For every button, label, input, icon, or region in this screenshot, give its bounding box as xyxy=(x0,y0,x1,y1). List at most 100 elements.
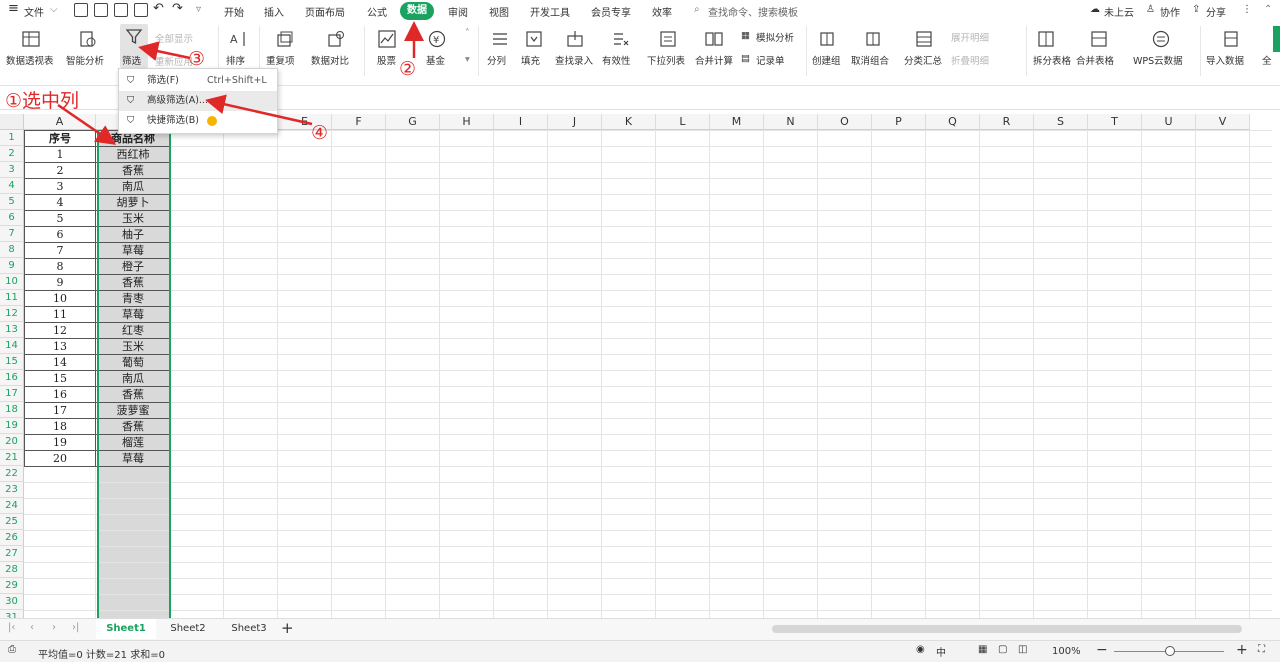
table-cell[interactable]: 3 xyxy=(24,179,96,195)
table-cell[interactable]: 12 xyxy=(24,323,96,339)
table-cell[interactable]: 草莓 xyxy=(96,307,170,323)
row-header[interactable]: 24 xyxy=(0,498,24,514)
table-cell[interactable]: 榴莲 xyxy=(96,435,170,451)
table-cell[interactable]: 菠萝蜜 xyxy=(96,403,170,419)
macro-icon[interactable]: ⎙ xyxy=(8,644,16,655)
row-header[interactable]: 17 xyxy=(0,386,24,402)
column-header[interactable]: J xyxy=(548,114,602,130)
table-cell[interactable]: 18 xyxy=(24,419,96,435)
print-preview-icon[interactable] xyxy=(134,3,148,17)
more-icon[interactable]: ⋮ xyxy=(1242,4,1252,15)
table-cell[interactable]: 20 xyxy=(24,451,96,467)
collapse-ribbon-icon[interactable]: ⌃ xyxy=(1264,4,1272,15)
row-header[interactable]: 1 xyxy=(0,130,24,146)
redo-icon[interactable]: ↷ xyxy=(172,1,183,16)
table-cell[interactable]: 葡萄 xyxy=(96,355,170,371)
table-cell[interactable]: 草莓 xyxy=(96,451,170,467)
column-header[interactable]: O xyxy=(818,114,872,130)
collab-button[interactable]: 协作 xyxy=(1160,4,1180,19)
tab-data[interactable]: 数据 xyxy=(400,2,434,20)
eye-protect-icon[interactable]: ◉ xyxy=(916,644,925,655)
record-button[interactable]: 记录单 xyxy=(756,53,785,67)
chevron-down-icon[interactable]: ⌵ xyxy=(50,4,58,15)
horizontal-scrollbar[interactable] xyxy=(772,625,1242,633)
zoom-level[interactable]: 100% xyxy=(1052,646,1081,657)
last-sheet-icon[interactable]: ›| xyxy=(72,622,79,633)
stock-button[interactable]: 股票 xyxy=(377,53,396,67)
quick-access-dropdown-icon[interactable]: ▿ xyxy=(196,4,201,15)
next-sheet-icon[interactable]: › xyxy=(52,622,56,633)
ungroup-button[interactable]: 取消组合 xyxy=(851,53,889,67)
row-header[interactable]: 6 xyxy=(0,210,24,226)
tab-developer[interactable]: 开发工具 xyxy=(530,4,570,19)
table-cell[interactable]: 香蕉 xyxy=(96,275,170,291)
column-header[interactable]: G xyxy=(386,114,440,130)
fund-button[interactable]: 基金 xyxy=(426,53,445,67)
column-header[interactable]: U xyxy=(1142,114,1196,130)
row-header[interactable]: 4 xyxy=(0,178,24,194)
row-header[interactable]: 12 xyxy=(0,306,24,322)
more-ribbon-button[interactable]: 全 xyxy=(1262,53,1272,67)
menu-item-quick-filter[interactable]: ⛉ 快捷筛选(B) xyxy=(119,111,277,131)
row-header[interactable]: 21 xyxy=(0,450,24,466)
row-header[interactable]: 25 xyxy=(0,514,24,530)
whatif-button[interactable]: 模拟分析 xyxy=(756,30,794,44)
cloud-status[interactable]: 未上云 xyxy=(1104,4,1134,19)
split-column-button[interactable]: 分列 xyxy=(487,53,506,67)
tab-insert[interactable]: 插入 xyxy=(264,4,284,19)
table-cell[interactable]: 19 xyxy=(24,435,96,451)
column-header[interactable]: M xyxy=(710,114,764,130)
tab-member[interactable]: 会员专享 xyxy=(591,4,631,19)
column-header[interactable]: T xyxy=(1088,114,1142,130)
table-cell[interactable]: 8 xyxy=(24,259,96,275)
table-cell[interactable]: 香蕉 xyxy=(96,387,170,403)
show-all-button[interactable]: 全部显示 xyxy=(155,31,193,45)
side-panel-handle[interactable] xyxy=(1273,26,1280,52)
gallery-scroll-up-icon[interactable]: ˄ xyxy=(465,28,470,39)
row-header[interactable]: 29 xyxy=(0,578,24,594)
print-icon[interactable] xyxy=(114,3,128,17)
share-button[interactable]: 分享 xyxy=(1206,4,1226,19)
table-cell[interactable]: 16 xyxy=(24,387,96,403)
table-cell[interactable]: 玉米 xyxy=(96,339,170,355)
consolidate-button[interactable]: 合并计算 xyxy=(695,53,733,67)
save-icon[interactable] xyxy=(74,3,88,17)
tab-page-layout[interactable]: 页面布局 xyxy=(305,4,345,19)
table-cell[interactable]: 14 xyxy=(24,355,96,371)
table-cell[interactable]: 17 xyxy=(24,403,96,419)
table-cell[interactable]: 6 xyxy=(24,227,96,243)
row-header[interactable]: 14 xyxy=(0,338,24,354)
tab-efficiency[interactable]: 效率 xyxy=(652,4,672,19)
row-header[interactable]: 28 xyxy=(0,562,24,578)
menu-item-advanced-filter[interactable]: ⛉ 高级筛选(A)... xyxy=(119,91,277,111)
input-method-icon[interactable]: 中 xyxy=(936,644,946,659)
table-cell[interactable]: 南瓜 xyxy=(96,371,170,387)
lookup-button[interactable]: 查找录入 xyxy=(555,53,593,67)
tab-home[interactable]: 开始 xyxy=(224,4,244,19)
table-cell[interactable]: 7 xyxy=(24,243,96,259)
zoom-out-icon[interactable]: − xyxy=(1096,642,1108,658)
row-header[interactable]: 13 xyxy=(0,322,24,338)
table-cell[interactable]: 南瓜 xyxy=(96,179,170,195)
fullscreen-icon[interactable]: ⛶ xyxy=(1258,644,1265,655)
import-button[interactable]: 导入数据 xyxy=(1206,53,1244,67)
row-header[interactable]: 26 xyxy=(0,530,24,546)
dropdown-list-button[interactable]: 下拉列表 xyxy=(647,53,685,67)
table-cell[interactable]: 草莓 xyxy=(96,243,170,259)
row-header[interactable]: 19 xyxy=(0,418,24,434)
table-cell[interactable]: 橙子 xyxy=(96,259,170,275)
row-header[interactable]: 15 xyxy=(0,354,24,370)
row-header[interactable]: 30 xyxy=(0,594,24,610)
row-header[interactable]: 8 xyxy=(0,242,24,258)
table-cell[interactable]: 玉米 xyxy=(96,211,170,227)
hamburger-icon[interactable]: ≡ xyxy=(8,1,19,16)
sheet-tab-2[interactable]: Sheet2 xyxy=(163,619,213,639)
table-cell[interactable]: 2 xyxy=(24,163,96,179)
group-button[interactable]: 创建组 xyxy=(812,53,841,67)
compare-button[interactable]: 数据对比 xyxy=(311,53,349,67)
row-header[interactable]: 5 xyxy=(0,194,24,210)
column-header[interactable]: A xyxy=(24,114,96,130)
row-header[interactable]: 3 xyxy=(0,162,24,178)
row-header[interactable]: 20 xyxy=(0,434,24,450)
column-header[interactable]: I xyxy=(494,114,548,130)
